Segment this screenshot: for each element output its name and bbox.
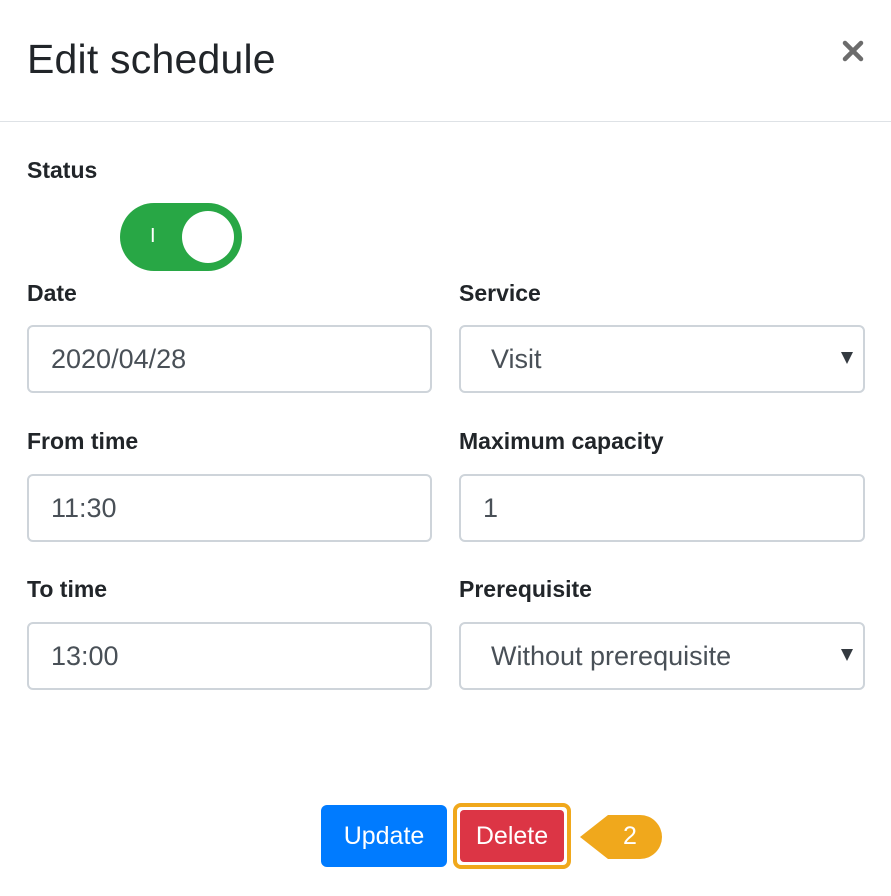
from-time-label: From time: [27, 428, 139, 454]
chevron-down-icon: [841, 352, 853, 364]
step-number: 2: [623, 822, 637, 850]
from-time-input[interactable]: 11:30: [27, 474, 432, 542]
prerequisite-select[interactable]: Without prerequisite: [459, 622, 865, 690]
close-icon[interactable]: [836, 34, 870, 68]
toggle-on-text: I: [150, 225, 156, 247]
service-value: Visit: [491, 344, 542, 374]
prerequisite-label: Prerequisite: [459, 576, 592, 602]
date-input[interactable]: 2020/04/28: [27, 325, 432, 393]
update-button[interactable]: Update: [321, 805, 447, 867]
max-capacity-value: 1: [483, 493, 499, 523]
status-toggle[interactable]: I: [120, 203, 242, 271]
prerequisite-value: Without prerequisite: [491, 641, 732, 671]
delete-button[interactable]: Delete: [460, 810, 564, 862]
from-time-value: 11:30: [51, 493, 117, 523]
to-time-value: 13:00: [51, 641, 119, 671]
chevron-down-icon: [841, 649, 853, 661]
max-capacity-input[interactable]: 1: [459, 474, 865, 542]
modal-header: Edit schedule: [0, 0, 891, 122]
to-time-label: To time: [27, 576, 108, 602]
to-time-input[interactable]: 13:00: [27, 622, 432, 690]
delete-highlight: Delete: [453, 803, 571, 869]
date-label: Date: [27, 280, 77, 306]
toggle-knob: [182, 211, 234, 263]
status-label: Status: [27, 157, 98, 183]
service-label: Service: [459, 280, 541, 306]
modal-title: Edit schedule: [27, 36, 276, 82]
edit-schedule-modal: Edit schedule Status I Date 2020/04/28 S…: [0, 0, 891, 896]
max-capacity-label: Maximum capacity: [459, 428, 664, 454]
date-value: 2020/04/28: [51, 344, 187, 374]
service-select[interactable]: Visit: [459, 325, 865, 393]
